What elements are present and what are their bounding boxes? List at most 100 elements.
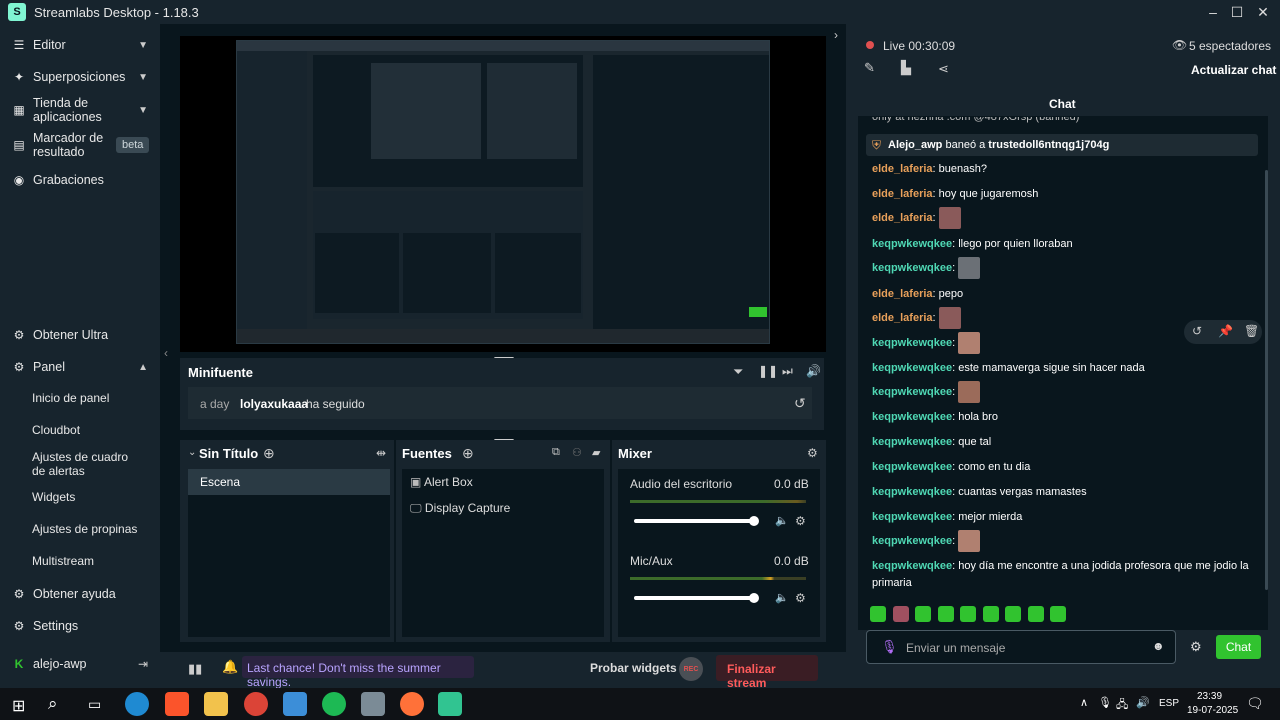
collapse-right-icon[interactable]: › [834, 28, 838, 42]
sidebar-item-app-store[interactable]: ▦ Tienda de aplicaciones ▼ [0, 96, 160, 124]
replay-icon[interactable]: ↺ [794, 395, 806, 412]
minimize-button[interactable]: – [1200, 0, 1226, 24]
channel-gear-icon[interactable]: ⚙ [795, 591, 806, 605]
emoji-icon[interactable]: ☻ [1152, 639, 1165, 653]
chat-input[interactable]: Enviar un mensaje [906, 641, 1005, 655]
collapse-left-icon[interactable]: ‹ [164, 346, 168, 360]
tray-chevron-icon[interactable]: ∧ [1080, 696, 1088, 709]
close-button[interactable]: ✕ [1250, 0, 1276, 24]
sidebar-subitem-cloudbot[interactable]: Cloudbot [32, 423, 80, 437]
chat-username[interactable]: keqpwkewqkee [872, 337, 952, 349]
sidebar-item-scoreboard[interactable]: ▤ Marcador de resultado beta [0, 131, 160, 159]
chat-username[interactable]: keqpwkewqkee [872, 238, 952, 250]
chat-input-box[interactable]: 🎙 Enviar un mensaje ☻ [866, 630, 1176, 664]
add-source-icon[interactable]: ⊕ [462, 445, 474, 462]
network-icon[interactable]: 🖧 [1116, 696, 1128, 715]
mic-tray-icon[interactable]: 🎙 [1098, 696, 1112, 709]
sidebar-item-recordings[interactable]: ◉ Grabaciones [0, 171, 160, 189]
volume-slider-knob[interactable] [749, 516, 759, 526]
chat-username[interactable]: keqpwkewqkee [872, 362, 952, 374]
sidebar-item-ultra[interactable]: ⚙ Obtener Ultra [0, 326, 160, 344]
volume-slider[interactable] [634, 519, 754, 523]
chat-username[interactable]: keqpwkewqkee [872, 511, 952, 523]
transition-icon[interactable]: ⇹ [376, 446, 386, 460]
channel-gear-icon[interactable]: ⚙ [795, 514, 806, 528]
brave-icon[interactable] [165, 692, 189, 716]
emote-picker-icon[interactable] [982, 606, 999, 622]
notifications-icon[interactable]: 🗨 [1246, 695, 1264, 712]
sidebar-item-settings[interactable]: ⚙ Settings [0, 617, 160, 635]
sidebar-subitem-alert-box-settings[interactable]: Ajustes de cuadro de alertas [32, 450, 144, 478]
emote-picker-icon[interactable] [1005, 606, 1021, 622]
edit-pencil-icon[interactable]: ✎ [864, 60, 875, 76]
sidebar-subitem-multistream[interactable]: Multistream [32, 554, 94, 568]
scene-collection-title[interactable]: Sin Título [199, 446, 258, 461]
volume-slider-knob[interactable] [749, 593, 759, 603]
store-app-icon[interactable] [283, 692, 307, 716]
emote-picker-icon[interactable] [1027, 606, 1044, 622]
chrome-icon[interactable] [244, 692, 268, 716]
emote-picker-icon[interactable] [960, 606, 976, 622]
folder-icon[interactable]: ▰ [592, 446, 600, 459]
maximize-button[interactable]: ☐ [1224, 0, 1250, 24]
chat-username[interactable]: keqpwkewqkee [872, 486, 952, 498]
clock-date[interactable]: 19-07-2025 [1187, 705, 1238, 716]
search-icon[interactable]: ⌕ [48, 694, 58, 714]
record-button[interactable]: REC [679, 657, 703, 681]
chat-username[interactable]: elde_laferia [872, 288, 933, 300]
undo-icon[interactable]: ↺ [1192, 324, 1202, 338]
chat-username[interactable]: elde_laferia [872, 188, 933, 200]
task-view-icon[interactable]: ▭ [88, 696, 101, 713]
chat-username[interactable]: keqpwkewqkee [872, 411, 952, 423]
share-icon[interactable]: ⋖ [938, 61, 949, 77]
emote-picker-icon[interactable] [937, 606, 954, 622]
chevron-down-icon[interactable]: ⌄ [188, 447, 196, 458]
clock-time[interactable]: 23:39 [1197, 691, 1222, 702]
filter-icon[interactable]: ⏷ [733, 364, 743, 380]
layout-icon[interactable]: ▙ [901, 60, 911, 76]
test-widgets-button[interactable]: Probar widgets [590, 661, 677, 675]
chat-username[interactable]: elde_laferia [872, 312, 933, 324]
chat-username[interactable]: keqpwkewqkee [872, 386, 952, 398]
streamlabs-taskbar-icon[interactable] [438, 692, 462, 716]
chat-username[interactable]: keqpwkewqkee [872, 461, 952, 473]
promo-banner[interactable]: Last chance! Don't miss the summer savin… [242, 656, 474, 689]
sidebar-item-editor[interactable]: ☰ Editor ▼ [0, 36, 160, 54]
speaker-icon[interactable]: 🔈 [775, 591, 789, 604]
skip-icon[interactable]: ⏭ [782, 364, 793, 379]
refresh-chat-button[interactable]: Actualizar chat [1191, 63, 1276, 77]
chat-username[interactable]: keqpwkewqkee [872, 560, 952, 572]
sidebar-item-help[interactable]: ⚙ Obtener ayuda [0, 585, 160, 603]
spotify-icon[interactable] [322, 692, 346, 716]
send-chat-button[interactable]: Chat [1216, 635, 1261, 659]
stats-icon[interactable]: ▮▮ [188, 661, 202, 677]
mic-icon[interactable]: 🎙 [881, 639, 898, 655]
source-item[interactable]: ▣ Alert Box [410, 475, 473, 489]
sidebar-item-panel[interactable]: ⚙ Panel ▲ [0, 358, 160, 376]
bell-icon[interactable]: 🔔 [222, 659, 238, 675]
chat-settings-gear-icon[interactable]: ⚙ [1190, 639, 1202, 655]
app-icon[interactable] [361, 692, 385, 716]
chat-scrollbar[interactable] [1265, 170, 1268, 590]
folder-off-icon[interactable]: ⚇ [572, 446, 582, 459]
edge-icon[interactable] [125, 692, 149, 716]
emote-picker-icon[interactable] [892, 606, 909, 622]
volume-icon[interactable]: 🔊 [806, 364, 821, 378]
chat-username[interactable]: elde_laferia [872, 163, 933, 175]
chat-username[interactable]: keqpwkewqkee [872, 262, 952, 274]
sidebar-user[interactable]: K alejo-awp ⇥ [0, 655, 160, 673]
language-indicator[interactable]: ESP [1159, 698, 1179, 709]
sidebar-subitem-panel-home[interactable]: Inicio de panel [32, 391, 109, 405]
emote-picker-icon[interactable] [1050, 606, 1066, 622]
speaker-icon[interactable]: 🔈 [775, 514, 789, 527]
end-stream-button[interactable]: Finalizar stream [716, 655, 818, 690]
source-action-icon[interactable]: ⧉ [552, 446, 560, 459]
source-item[interactable]: 🖵 Display Capture [410, 501, 510, 516]
stream-preview[interactable] [180, 36, 826, 352]
file-explorer-icon[interactable] [204, 692, 228, 716]
add-scene-icon[interactable]: ⊕ [263, 445, 275, 462]
scene-item[interactable]: Escena [188, 469, 390, 495]
sidebar-subitem-widgets[interactable]: Widgets [32, 490, 75, 504]
chat-username[interactable]: keqpwkewqkee [872, 535, 952, 547]
pause-icon[interactable]: ❚❚ [758, 364, 778, 378]
